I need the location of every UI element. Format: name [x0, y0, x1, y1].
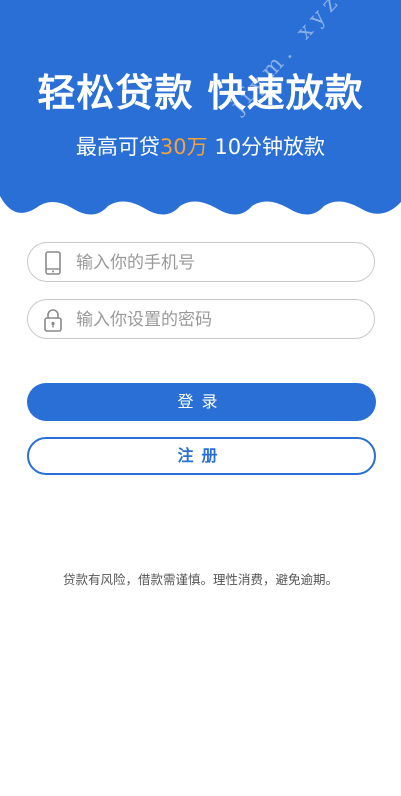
phone-icon — [42, 251, 64, 275]
subheadline: 最高可贷30万 10分钟放款 — [0, 131, 401, 161]
headline: 轻松贷款 快速放款 — [37, 71, 364, 115]
login-button[interactable]: 登录 — [27, 383, 376, 421]
wave-divider — [0, 196, 401, 222]
password-field[interactable] — [27, 299, 375, 339]
loan-amount: 30万 — [159, 135, 208, 159]
subheadline-suffix: 10分钟放款 — [207, 135, 326, 159]
phone-input[interactable] — [74, 248, 368, 278]
risk-notice: 贷款有风险，借款需谨慎。理性消费，避免逾期。 — [62, 572, 338, 587]
phone-field[interactable] — [27, 242, 375, 282]
hero-banner: 轻松贷款 快速放款 最高可贷30万 10分钟放款 jfym. xyz — [0, 0, 401, 222]
register-button[interactable]: 注册 — [27, 437, 376, 475]
lock-icon — [42, 308, 64, 332]
subheadline-prefix: 最高可贷 — [75, 135, 160, 159]
password-input[interactable] — [74, 305, 368, 335]
